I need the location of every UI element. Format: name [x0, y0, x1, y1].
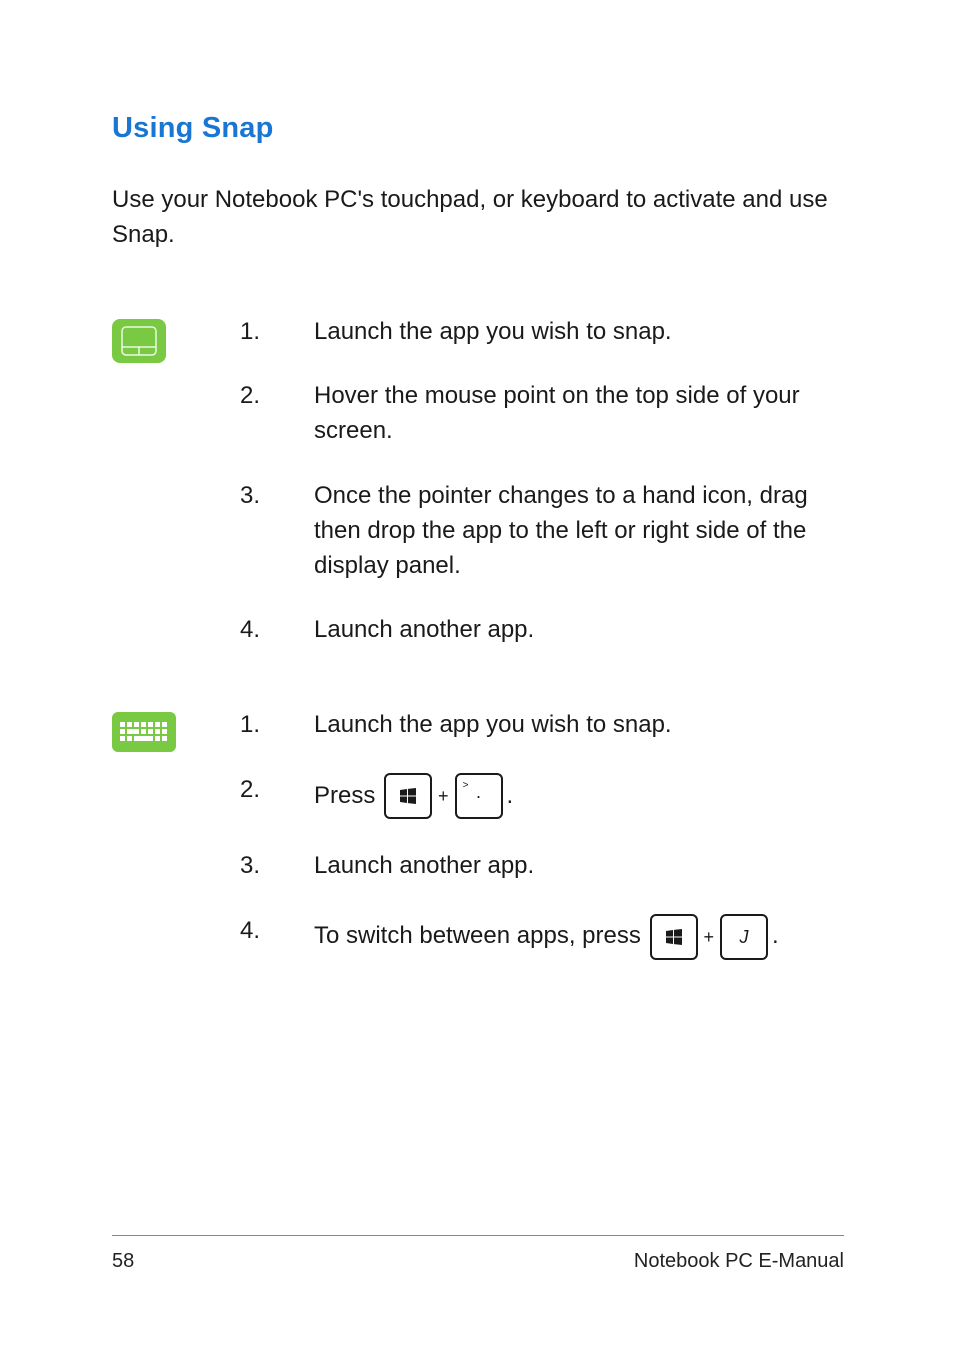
keyboard-method: 1. Launch the app you wish to snap. 2. P… [112, 708, 844, 960]
list-item: 2. Press + > · . [240, 773, 844, 819]
list-item: 1. Launch the app you wish to snap. [240, 708, 844, 743]
plus-text: + [438, 783, 449, 809]
step-number: 1. [240, 708, 314, 743]
step-prefix: To switch between apps, press [314, 919, 648, 954]
step-number: 4. [240, 613, 314, 648]
list-item: 1. Launch the app you wish to snap. [240, 315, 844, 350]
step-text: Once the pointer changes to a hand icon,… [314, 479, 844, 583]
step-number: 1. [240, 315, 314, 350]
step-text: Launch another app. [314, 849, 844, 884]
list-item: 4. To switch between apps, press + J . [240, 914, 844, 960]
intro-text: Use your Notebook PC's touchpad, or keyb… [112, 183, 844, 253]
keyboard-steps: 1. Launch the app you wish to snap. 2. P… [240, 708, 844, 960]
windows-key-icon [384, 773, 432, 819]
page-footer: 58 Notebook PC E-Manual [112, 1235, 844, 1273]
keyboard-icon [112, 708, 240, 752]
step-suffix: . [507, 779, 514, 814]
step-text: Hover the mouse point on the top side of… [314, 379, 844, 449]
step-number: 4. [240, 914, 314, 949]
touchpad-steps: 1. Launch the app you wish to snap. 2. H… [240, 315, 844, 649]
j-key-icon: J [720, 914, 768, 960]
list-item: 2. Hover the mouse point on the top side… [240, 379, 844, 449]
step-prefix: Press [314, 779, 382, 814]
step-text: Launch another app. [314, 613, 844, 648]
page: Using Snap Use your Notebook PC's touchp… [0, 0, 954, 1345]
step-number: 3. [240, 479, 314, 514]
step-body: To switch between apps, press + J . [314, 914, 844, 960]
step-number: 3. [240, 849, 314, 884]
plus-text: + [704, 924, 715, 950]
list-item: 3. Launch another app. [240, 849, 844, 884]
key-superscript: > [463, 779, 469, 794]
step-body: Press + > · . [314, 773, 844, 819]
list-item: 3. Once the pointer changes to a hand ic… [240, 479, 844, 583]
section-title: Using Snap [112, 112, 844, 145]
key-letter: J [740, 924, 749, 950]
windows-key-icon [650, 914, 698, 960]
touchpad-icon [112, 315, 240, 363]
step-text: Launch the app you wish to snap. [314, 708, 844, 743]
key-center: · [476, 783, 482, 809]
footer-title: Notebook PC E-Manual [634, 1250, 844, 1273]
list-item: 4. Launch another app. [240, 613, 844, 648]
step-suffix: . [772, 919, 779, 954]
period-key-icon: > · [455, 773, 503, 819]
step-number: 2. [240, 379, 314, 414]
touchpad-method: 1. Launch the app you wish to snap. 2. H… [112, 315, 844, 649]
page-number: 58 [112, 1250, 134, 1273]
step-number: 2. [240, 773, 314, 808]
step-text: Launch the app you wish to snap. [314, 315, 844, 350]
